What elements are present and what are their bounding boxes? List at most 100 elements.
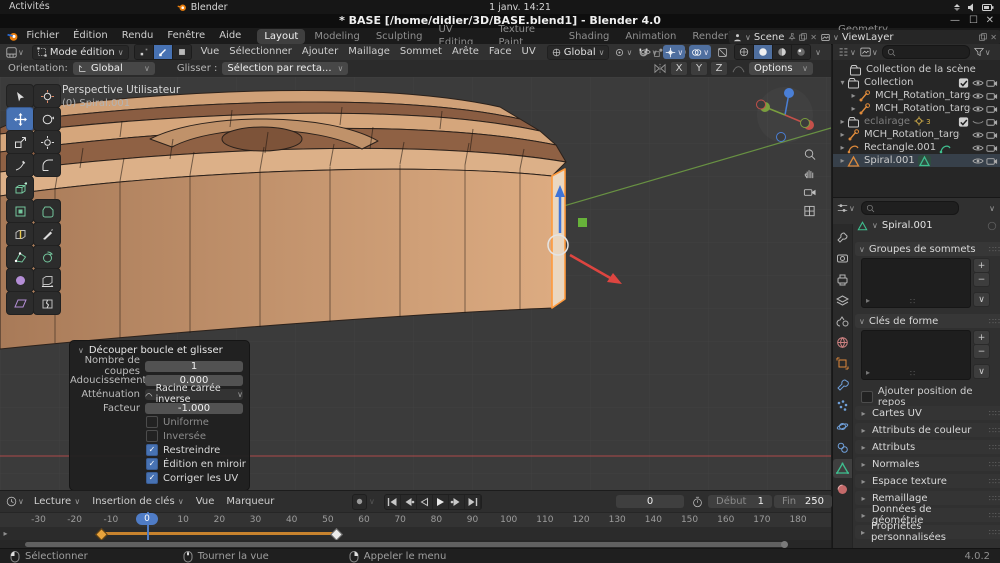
play-reverse-button[interactable] xyxy=(417,495,433,509)
cl-s-de-forme-remove-button[interactable]: − xyxy=(973,344,990,359)
frame-start-field[interactable]: Début1 xyxy=(708,495,772,508)
keyframe-diamond-start[interactable] xyxy=(95,528,108,541)
camera-toggle[interactable] xyxy=(986,116,998,128)
panel-cartes-uv[interactable]: ▸Cartes UV∷∷ xyxy=(855,406,1000,420)
checkbox-corriger-les-uv[interactable]: ✓Corriger les UV xyxy=(146,471,249,485)
checkbox--dition-en-miroir[interactable]: ✓Édition en miroir xyxy=(146,457,249,471)
cl-s-de-forme-add-button[interactable]: + xyxy=(973,330,990,345)
pan-hand-button[interactable] xyxy=(800,164,818,182)
tool-tweak[interactable] xyxy=(6,84,34,108)
edge-select-button[interactable] xyxy=(154,45,173,59)
options-dropdown[interactable]: Options∨ xyxy=(749,62,813,75)
tool-extrude-region[interactable] xyxy=(6,176,34,200)
viewport-3d[interactable]: Perspective Utilisateur (0) Spiral.001 xyxy=(0,77,831,490)
eye-closed-toggle[interactable] xyxy=(972,116,984,128)
rest-position-checkbox[interactable]: Ajouter position de repos xyxy=(861,386,1000,408)
shading-dropdown[interactable]: ∨ xyxy=(815,48,821,57)
breadcrumb-object-name[interactable]: Spiral.001 xyxy=(882,220,933,231)
activities-button[interactable]: Activités xyxy=(2,0,57,15)
menu-fichier[interactable]: Fichier xyxy=(19,28,66,44)
groupes-de-sommets-specials-button[interactable]: ∨ xyxy=(973,292,990,307)
keying-set-dropdown[interactable]: ∨ xyxy=(369,497,375,506)
zoom-button[interactable] xyxy=(800,145,818,163)
groupes-de-sommets-add-button[interactable]: + xyxy=(973,258,990,273)
panel-remaillage[interactable]: ▸Remaillage∷∷ xyxy=(855,491,1000,505)
xray-toggle[interactable] xyxy=(715,45,730,59)
properties-options-dropdown[interactable]: ∨ xyxy=(989,204,995,213)
eye-toggle[interactable] xyxy=(972,155,984,167)
axis-z-button[interactable]: Z xyxy=(710,61,728,76)
properties-tab-render[interactable] xyxy=(833,249,852,268)
tool-cursor[interactable] xyxy=(33,84,61,108)
tool-smooth[interactable] xyxy=(6,268,34,292)
tool-loop-cut[interactable] xyxy=(6,222,34,246)
camera-toggle[interactable] xyxy=(986,90,998,102)
pin-icon[interactable] xyxy=(788,33,796,41)
outliner-row-eclairage[interactable]: ▸eclairage3 xyxy=(833,115,1000,128)
tool-annotate[interactable] xyxy=(6,153,34,177)
properties-tab-world[interactable] xyxy=(833,333,852,352)
stopwatch-icon[interactable] xyxy=(692,496,703,508)
outliner-row-mch-rotation-target-[interactable]: ▸MCH_Rotation_target. xyxy=(833,102,1000,115)
snap-falloff-icon[interactable] xyxy=(732,63,745,74)
camera-toggle[interactable] xyxy=(986,129,998,141)
system-tray[interactable] xyxy=(952,0,994,14)
properties-tab-material[interactable] xyxy=(833,480,852,499)
eye-toggle[interactable] xyxy=(972,77,984,89)
panel-attributs-de-couleur[interactable]: ▸Attributs de couleur∷∷ xyxy=(855,423,1000,437)
show-overlays-toggle[interactable]: ∨ xyxy=(689,45,711,59)
pivot-point-dropdown[interactable]: ∨ xyxy=(612,45,634,59)
viewport-menu-maillage[interactable]: Maillage xyxy=(343,44,395,60)
shading-rendered-button[interactable] xyxy=(792,45,810,59)
timeline-menu-marqueur[interactable]: Marqueur xyxy=(220,494,280,510)
axis-y-button[interactable]: Y xyxy=(690,61,708,76)
unlink-scene-icon[interactable]: ✕ xyxy=(810,33,817,42)
properties-tab-tool[interactable] xyxy=(833,228,852,247)
workspace-tab-animation[interactable]: Animation xyxy=(618,29,683,44)
tool-move[interactable] xyxy=(6,107,34,131)
playhead-frame-label[interactable]: 0 xyxy=(136,513,158,525)
navigation-gizmo[interactable] xyxy=(753,85,817,147)
tool-orientation-dropdown[interactable]: Global∨ xyxy=(73,62,155,75)
tool-poly-build[interactable] xyxy=(6,245,34,269)
tool-inset-faces[interactable] xyxy=(6,199,34,223)
outliner-editor-type-button[interactable]: ∨ xyxy=(836,45,858,59)
eye-toggle[interactable] xyxy=(972,103,984,115)
focused-app[interactable]: Blender xyxy=(177,0,228,14)
vertex-select-button[interactable] xyxy=(135,45,154,59)
auto-keying-toggle[interactable] xyxy=(352,494,367,510)
viewlayer-selector[interactable]: ∨ ViewLayer ✕ xyxy=(817,30,1000,44)
properties-tab-modifiers[interactable] xyxy=(833,375,852,394)
panel-cl-s-de-forme[interactable]: ∨Clés de forme∷∷ xyxy=(855,314,1000,328)
outliner-filter-dropdown[interactable]: ∨ xyxy=(972,45,993,59)
panel-espace-texture[interactable]: ▸Espace texture∷∷ xyxy=(855,474,1000,488)
gizmo-y-handle[interactable] xyxy=(578,218,587,227)
checkbox-toggle[interactable] xyxy=(958,116,970,128)
pin-id-icon[interactable] xyxy=(987,221,997,231)
object-visibility-dropdown[interactable]: ∨ xyxy=(638,45,660,59)
eye-toggle[interactable] xyxy=(972,90,984,102)
close-button[interactable]: ✕ xyxy=(986,14,994,28)
keyframe-range-band[interactable] xyxy=(100,532,335,535)
field-facteur[interactable]: -1.000 xyxy=(145,403,243,414)
panel-propri-t-s-personnalis-es[interactable]: ▸Propriétés personnalisées∷∷ xyxy=(855,525,1000,539)
outliner-row-mch-rotation-target-001[interactable]: ▸MCH_Rotation_target.001 xyxy=(833,128,1000,141)
properties-tab-output[interactable] xyxy=(833,270,852,289)
scrollbar-handle[interactable] xyxy=(25,542,787,547)
eye-toggle[interactable] xyxy=(972,129,984,141)
workspace-tab-layout[interactable]: Layout xyxy=(257,29,305,44)
tool-shear[interactable] xyxy=(6,291,34,315)
shading-solid-button[interactable] xyxy=(754,45,773,59)
frame-end-field[interactable]: Fin250 xyxy=(774,495,832,508)
drag-action-dropdown[interactable]: Sélection par recta...∨ xyxy=(222,62,348,75)
tool-knife[interactable] xyxy=(33,222,61,246)
camera-toggle[interactable] xyxy=(986,77,998,89)
checkbox-restreindre[interactable]: ✓Restreindre xyxy=(146,443,249,457)
play-button[interactable] xyxy=(433,495,449,509)
camera-toggle[interactable] xyxy=(986,142,998,154)
tool-transform[interactable] xyxy=(33,130,61,154)
show-gizmo-toggle[interactable]: ∨ xyxy=(663,45,685,59)
panel-donn-es-de-g-om-trie[interactable]: ▸Données de géométrie∷∷ xyxy=(855,508,1000,522)
tool-measure[interactable] xyxy=(33,153,61,177)
checkbox-invers-e[interactable]: Inversée xyxy=(146,429,249,443)
